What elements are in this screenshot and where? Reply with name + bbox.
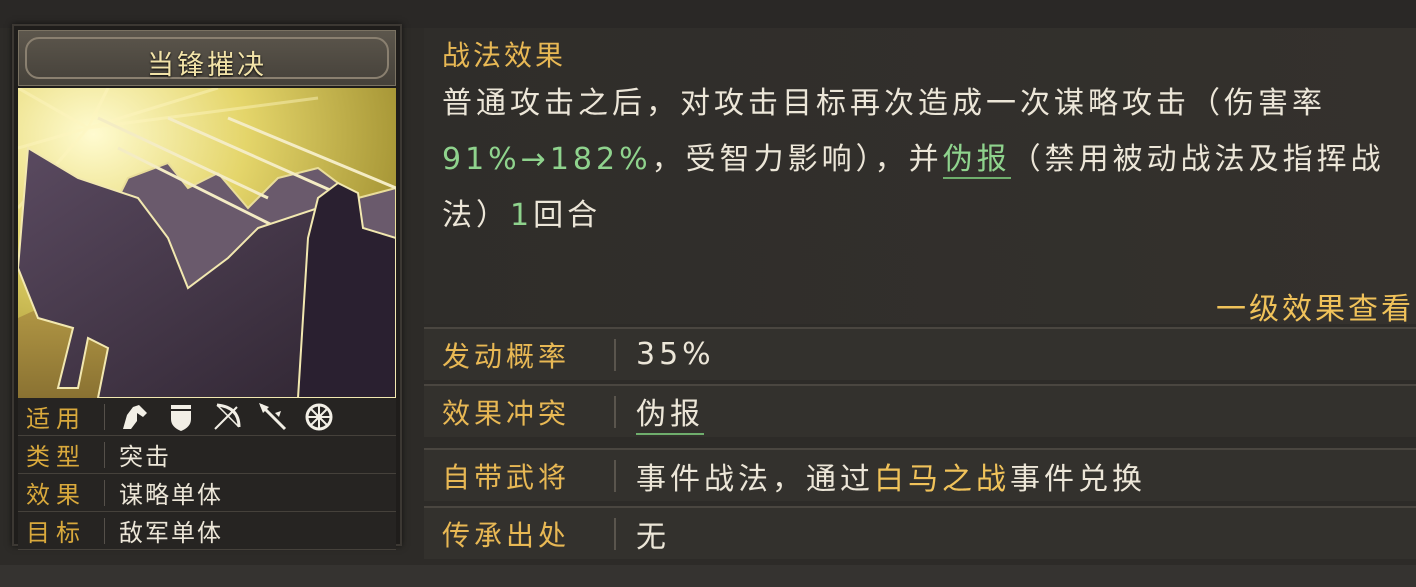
row-label: 传承出处 — [442, 518, 571, 552]
effect-section: 战法效果 普通攻击之后，对攻击目标再次造成一次谋略攻击（伤害率 91%→182%，… — [424, 28, 1416, 332]
row-label: 自带武将 — [442, 460, 571, 494]
row-label: 效果冲突 — [442, 396, 571, 430]
skill-name: 当锋摧决 — [147, 50, 267, 81]
prop-row-target: 目标 敌军单体 — [18, 512, 396, 550]
row-native-general: 自带武将 事件战法，通过白马之战事件兑换 — [424, 448, 1416, 501]
source-text: 事件战法，通过 — [636, 461, 874, 497]
row-divider — [614, 395, 616, 428]
damage-rate: 91%→182% — [442, 142, 652, 177]
prop-row-troops: 适用 — [18, 398, 396, 436]
effect-text: 普通攻击之后，对攻击目标再次造成一次谋略攻击（伤害率 — [442, 86, 1326, 121]
troop-type-icons — [119, 401, 335, 433]
row-effect-conflict: 效果冲突 伪报 — [424, 384, 1416, 437]
prop-label: 类型 — [26, 443, 86, 471]
prop-divider — [104, 479, 105, 506]
prop-row-type: 类型 突击 — [18, 436, 396, 474]
round-count: 1 — [510, 198, 534, 233]
row-divider — [614, 517, 616, 550]
source-text: 事件兑换 — [1010, 461, 1146, 497]
effect-text: ，受智力影响），并 — [651, 142, 943, 177]
prop-label: 目标 — [26, 519, 86, 547]
row-label: 发动概率 — [442, 339, 571, 373]
skill-card: 当锋摧决 适用 类型 突击 效果 谋略单体 目标 敌军单体 — [12, 24, 402, 550]
prop-row-effect: 效果 谋略单体 — [18, 474, 396, 512]
prop-label: 效果 — [26, 481, 86, 509]
inheritance-value: 无 — [636, 519, 670, 555]
trigger-rate-value: 35% — [636, 337, 715, 372]
native-general-value: 事件战法，通过白马之战事件兑换 — [636, 454, 1146, 498]
effect-description: 普通攻击之后，对攻击目标再次造成一次谋略攻击（伤害率 91%→182%，受智力影响… — [442, 76, 1414, 244]
effect-text: 回合 — [533, 198, 602, 233]
spear-icon — [257, 401, 289, 433]
bow-icon — [211, 401, 243, 433]
row-divider — [614, 338, 616, 371]
prop-divider — [104, 517, 105, 544]
prop-value: 谋略单体 — [119, 481, 223, 509]
level-one-effect-link[interactable]: 一级效果查看 — [1216, 284, 1414, 332]
row-divider — [614, 459, 616, 492]
siege-icon — [303, 401, 335, 433]
skill-properties: 适用 类型 突击 效果 谋略单体 目标 敌军单体 — [18, 398, 396, 550]
skill-detail-panel: 战法效果 普通攻击之后，对攻击目标再次造成一次谋略攻击（伤害率 91%→182%，… — [424, 28, 1416, 565]
skill-title-plate: 当锋摧决 — [18, 30, 396, 86]
skill-artwork — [18, 88, 396, 398]
shield-icon — [165, 401, 197, 433]
prop-value: 敌军单体 — [119, 519, 223, 547]
bottom-bar — [0, 565, 1416, 587]
prop-divider — [104, 403, 105, 430]
row-inheritance-source: 传承出处 无 — [424, 506, 1416, 559]
row-trigger-rate: 发动概率 35% — [424, 327, 1416, 380]
prop-divider — [104, 441, 105, 468]
prop-label: 适用 — [26, 405, 86, 433]
status-link-false-report[interactable]: 伪报 — [942, 142, 1011, 179]
effect-title: 战法效果 — [442, 39, 567, 72]
conflict-status-link[interactable]: 伪报 — [636, 389, 704, 435]
event-name: 白马之战 — [874, 461, 1010, 497]
cavalry-icon — [119, 401, 151, 433]
prop-value: 突击 — [119, 443, 171, 471]
